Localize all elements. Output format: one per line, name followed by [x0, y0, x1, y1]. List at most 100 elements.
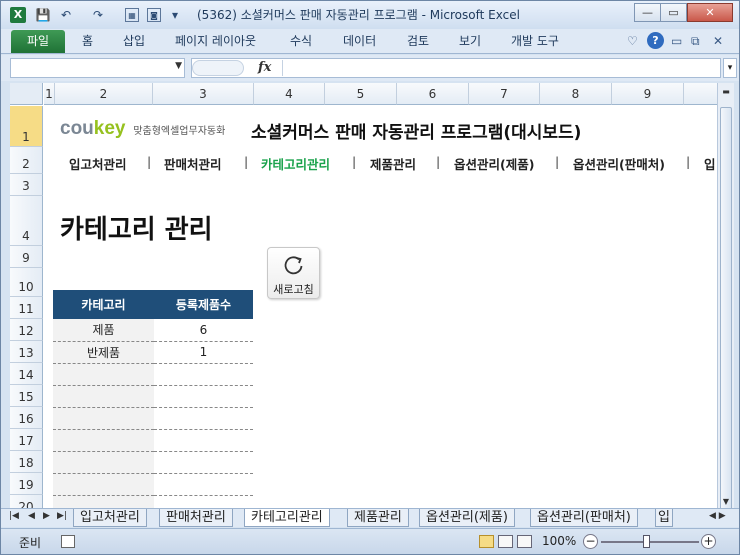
- row-header-16[interactable]: 16: [10, 407, 43, 429]
- column-header-1[interactable]: 1: [44, 83, 55, 105]
- category-cell[interactable]: [53, 495, 154, 508]
- tab-home[interactable]: 홈: [82, 33, 93, 50]
- row-header-10[interactable]: 10: [10, 268, 43, 297]
- table-row[interactable]: [53, 429, 253, 452]
- sheet-tab-sellers[interactable]: 판매처관리: [159, 509, 233, 527]
- sheet-tab-options-product[interactable]: 옵션관리(제품): [419, 509, 515, 527]
- close-button[interactable]: ✕: [687, 3, 733, 22]
- category-cell[interactable]: [53, 385, 154, 408]
- category-cell[interactable]: [53, 473, 154, 496]
- vertical-scrollbar[interactable]: ▬ ▼: [717, 83, 734, 527]
- zoom-level[interactable]: 100%: [542, 534, 576, 548]
- category-cell[interactable]: 제품: [53, 319, 154, 342]
- restore-button[interactable]: ▭: [660, 3, 687, 22]
- zoom-slider-thumb[interactable]: [643, 535, 650, 548]
- count-cell[interactable]: [154, 429, 253, 452]
- row-header-19[interactable]: 19: [10, 473, 43, 495]
- redo-icon[interactable]: ↷: [91, 6, 105, 24]
- row-header-12[interactable]: 12: [10, 319, 43, 341]
- tab-view[interactable]: 보기: [459, 33, 481, 50]
- form-icon[interactable]: ▦: [125, 8, 139, 22]
- zoom-in-button[interactable]: +: [701, 534, 716, 549]
- column-header-5[interactable]: 5: [325, 83, 397, 105]
- insert-function-button[interactable]: fx: [258, 59, 271, 77]
- category-cell[interactable]: [53, 429, 154, 452]
- sheet-tab-products[interactable]: 제품관리: [347, 509, 409, 527]
- normal-view-icon[interactable]: [479, 535, 494, 548]
- nav-link-options-product[interactable]: 옵션관리(제품): [454, 154, 534, 173]
- row-header-11[interactable]: 11: [10, 297, 43, 319]
- name-box[interactable]: ▼: [10, 58, 185, 78]
- macro-record-icon[interactable]: [61, 535, 75, 548]
- undo-icon[interactable]: ↶: [59, 6, 73, 24]
- table-row[interactable]: 반제품 1: [53, 341, 253, 364]
- table-row[interactable]: 제품 6: [53, 319, 253, 342]
- count-cell[interactable]: [154, 363, 253, 386]
- nav-link-products[interactable]: 제품관리: [370, 154, 416, 173]
- column-header-10[interactable]: [684, 83, 717, 105]
- sheet-tab-receiving[interactable]: 입고처관리: [73, 509, 147, 527]
- zoom-out-button[interactable]: −: [583, 534, 598, 549]
- row-header-3[interactable]: 3: [10, 174, 43, 196]
- nav-link-category[interactable]: 카테고리관리: [261, 154, 330, 173]
- category-cell[interactable]: [53, 451, 154, 474]
- sheet-tab-options-seller[interactable]: 옵션관리(판매처): [530, 509, 638, 527]
- count-cell[interactable]: [154, 451, 253, 474]
- sheet-tab-category[interactable]: 카테고리관리: [244, 509, 330, 527]
- column-header-4[interactable]: 4: [254, 83, 325, 105]
- category-cell[interactable]: [53, 407, 154, 430]
- count-cell[interactable]: [154, 473, 253, 496]
- first-sheet-icon[interactable]: |◀: [9, 511, 19, 521]
- row-header-2[interactable]: 2: [10, 147, 43, 174]
- category-cell[interactable]: [53, 363, 154, 386]
- table-row[interactable]: [53, 363, 253, 386]
- tab-page-layout[interactable]: 페이지 레이아웃: [175, 33, 256, 50]
- table-row[interactable]: [53, 385, 253, 408]
- minimize-button[interactable]: —: [634, 3, 661, 22]
- zoom-slider-track[interactable]: [601, 541, 699, 543]
- nav-link-receiving[interactable]: 입고처관리: [69, 154, 127, 173]
- workbook-close-icon[interactable]: ✕: [713, 33, 723, 50]
- save-icon[interactable]: 💾: [35, 6, 51, 24]
- page-layout-view-icon[interactable]: [498, 535, 513, 548]
- row-header-13[interactable]: 13: [10, 341, 43, 363]
- tab-formulas[interactable]: 수식: [290, 33, 312, 50]
- count-cell[interactable]: 6: [154, 319, 253, 342]
- column-header-2[interactable]: 2: [55, 83, 153, 105]
- column-header-6[interactable]: 6: [397, 83, 469, 105]
- column-header-7[interactable]: 7: [469, 83, 540, 105]
- expand-formula-bar-button[interactable]: ▾: [723, 58, 737, 78]
- ribbon-collapse-icon[interactable]: ♡: [627, 33, 638, 50]
- column-header-9[interactable]: 9: [612, 83, 684, 105]
- vertical-scroll-thumb[interactable]: [720, 107, 732, 527]
- formula-input[interactable]: [282, 60, 720, 76]
- nav-link-sellers[interactable]: 판매처관리: [164, 154, 222, 173]
- table-row[interactable]: [53, 473, 253, 496]
- tab-file[interactable]: 파일: [11, 30, 65, 53]
- workbook-restore-icon[interactable]: ⧉: [691, 33, 700, 50]
- workbook-minimize-icon[interactable]: ▭: [671, 33, 682, 50]
- table-row[interactable]: [53, 495, 253, 508]
- column-header-3[interactable]: 3: [153, 83, 254, 105]
- nav-link-options-seller[interactable]: 옵션관리(판매처): [573, 154, 665, 173]
- refresh-button[interactable]: 새로고침: [267, 247, 320, 299]
- count-cell[interactable]: [154, 385, 253, 408]
- column-header-8[interactable]: 8: [540, 83, 612, 105]
- row-header-17[interactable]: 17: [10, 429, 43, 451]
- sheet-tab-more[interactable]: 입: [655, 509, 673, 527]
- row-header-14[interactable]: 14: [10, 363, 43, 385]
- last-sheet-icon[interactable]: ▶|: [57, 511, 67, 521]
- horizontal-scroll-controls[interactable]: ◀ ▶: [709, 511, 737, 525]
- row-header-18[interactable]: 18: [10, 451, 43, 473]
- row-header-1[interactable]: 1: [10, 106, 43, 147]
- row-header-4[interactable]: 4: [10, 196, 43, 246]
- count-cell[interactable]: 1: [154, 341, 253, 364]
- count-cell[interactable]: [154, 407, 253, 430]
- nav-link-more[interactable]: 입: [704, 154, 716, 173]
- chevron-down-icon[interactable]: ▼: [175, 61, 182, 71]
- next-sheet-icon[interactable]: ▶: [43, 511, 50, 521]
- customize-qat-icon[interactable]: ▾: [169, 6, 181, 24]
- select-all-corner[interactable]: [10, 83, 43, 105]
- tab-review[interactable]: 검토: [407, 33, 429, 50]
- split-handle-icon[interactable]: ▬: [718, 85, 734, 99]
